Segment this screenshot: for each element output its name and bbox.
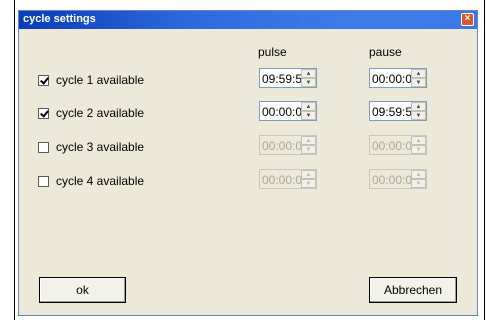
- spin-down-icon: ▼: [411, 179, 426, 188]
- cycle-1-pause-spinner[interactable]: 00:00:01 ▲ ▼: [369, 68, 427, 88]
- spin-down-icon[interactable]: ▼: [411, 111, 426, 120]
- background-line-right: [484, 0, 485, 320]
- cycle-row-1: cycle 1 available 09:59:59 ▲ ▼ 00:00:01 …: [19, 68, 477, 90]
- spin-up-icon[interactable]: ▲: [301, 102, 316, 111]
- spin-down-icon[interactable]: ▼: [301, 78, 316, 87]
- cycle-4-pause-spinner: 00:00:01 ▲ ▼: [369, 169, 427, 189]
- spin-down-icon[interactable]: ▼: [411, 78, 426, 87]
- spin-up-icon[interactable]: ▲: [411, 102, 426, 111]
- cycle-row-2: cycle 2 available 00:00:01 ▲ ▼ 09:59:59 …: [19, 101, 477, 123]
- close-icon[interactable]: ×: [461, 13, 474, 26]
- cycle-3-checkbox[interactable]: [38, 141, 49, 153]
- cycle-row-3: cycle 3 available 00:00:01 ▲ ▼ 00:00:01 …: [19, 135, 477, 157]
- spin-up-icon[interactable]: ▲: [301, 69, 316, 78]
- spin-up-icon: ▲: [411, 170, 426, 179]
- cycle-4-label: cycle 4 available: [56, 174, 145, 188]
- spin-down-icon: ▼: [301, 179, 316, 188]
- ok-button[interactable]: ok: [39, 277, 126, 303]
- cycle-2-pulse-spinner[interactable]: 00:00:01 ▲ ▼: [259, 101, 317, 121]
- cycle-2-pause-spinner[interactable]: 09:59:59 ▲ ▼: [369, 101, 427, 121]
- cycle-2-label: cycle 2 available: [56, 106, 145, 120]
- cycle-3-pulse-spinner: 00:00:01 ▲ ▼: [259, 135, 317, 155]
- cycle-1-checkbox-group[interactable]: cycle 1 available: [38, 72, 144, 88]
- dialog-title: cycle settings: [23, 13, 96, 25]
- cycle-4-pulse-spinner: 00:00:01 ▲ ▼: [259, 169, 317, 189]
- cycle-3-label: cycle 3 available: [56, 140, 145, 154]
- spin-up-icon: ▲: [301, 170, 316, 179]
- cycle-1-label: cycle 1 available: [56, 73, 145, 87]
- pulse-column-header: pulse: [258, 45, 287, 59]
- cycle-3-checkbox-group[interactable]: cycle 3 available: [38, 139, 144, 155]
- cycle-row-4: cycle 4 available 00:00:01 ▲ ▼ 00:00:01 …: [19, 169, 477, 191]
- spin-up-icon[interactable]: ▲: [411, 69, 426, 78]
- dialog-titlebar[interactable]: cycle settings ×: [19, 11, 477, 29]
- cycle-4-checkbox[interactable]: [38, 175, 49, 187]
- cycle-2-checkbox-group[interactable]: cycle 2 available: [38, 105, 144, 121]
- spin-up-icon: ▲: [411, 136, 426, 145]
- cycle-settings-dialog: cycle settings × pulse pause cycle 1 ava…: [18, 10, 478, 316]
- cycle-3-pause-spinner: 00:00:01 ▲ ▼: [369, 135, 427, 155]
- background-line-left: [14, 0, 15, 320]
- spin-down-icon: ▼: [301, 145, 316, 154]
- pause-column-header: pause: [369, 45, 402, 59]
- cycle-1-checkbox[interactable]: [38, 74, 49, 86]
- spin-down-icon: ▼: [411, 145, 426, 154]
- cycle-1-pulse-spinner[interactable]: 09:59:59 ▲ ▼: [259, 68, 317, 88]
- cancel-button[interactable]: Abbrechen: [369, 277, 457, 303]
- cycle-4-checkbox-group[interactable]: cycle 4 available: [38, 173, 144, 189]
- spin-up-icon: ▲: [301, 136, 316, 145]
- spin-down-icon[interactable]: ▼: [301, 111, 316, 120]
- cycle-2-checkbox[interactable]: [38, 107, 49, 119]
